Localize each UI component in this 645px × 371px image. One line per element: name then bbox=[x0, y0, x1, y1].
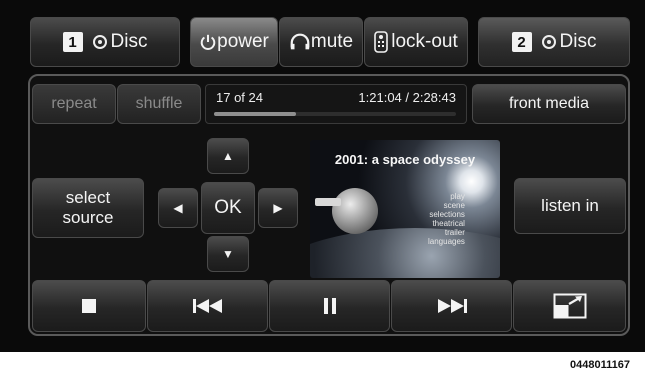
expand-button[interactable] bbox=[513, 280, 626, 332]
next-button[interactable] bbox=[391, 280, 512, 332]
source-1-label: Disc bbox=[110, 31, 148, 52]
spaceship-image bbox=[315, 198, 341, 206]
down-button[interactable]: ▼ bbox=[207, 236, 249, 272]
listen-in-label: listen in bbox=[541, 196, 599, 215]
front-media-button[interactable]: front media bbox=[472, 84, 626, 124]
mute-button[interactable]: mute bbox=[279, 17, 363, 67]
image-code: 0448011167 bbox=[570, 359, 630, 371]
time-readout: 1:21:04 / 2:28:43 bbox=[358, 90, 456, 105]
previous-button[interactable] bbox=[147, 280, 268, 332]
disc-icon bbox=[92, 35, 107, 49]
progress-bar[interactable] bbox=[214, 112, 456, 116]
down-arrow-icon: ▼ bbox=[222, 247, 234, 261]
repeat-button[interactable]: repeat bbox=[32, 84, 116, 124]
remote-icon bbox=[374, 31, 389, 53]
shuffle-button[interactable]: shuffle bbox=[117, 84, 201, 124]
dvd-menu-item[interactable]: play bbox=[428, 192, 465, 201]
dvd-menu-item[interactable]: languages bbox=[428, 237, 465, 246]
power-button[interactable]: power bbox=[190, 17, 278, 67]
expand-icon bbox=[553, 293, 586, 319]
previous-icon bbox=[192, 299, 222, 313]
source-2-number: 2 bbox=[511, 32, 532, 52]
headphones-icon bbox=[290, 33, 310, 50]
repeat-label: repeat bbox=[51, 95, 97, 112]
power-icon bbox=[200, 34, 216, 50]
dvd-menu: play scene selections theatrical trailer… bbox=[428, 192, 465, 246]
dvd-menu-item[interactable]: selections bbox=[428, 210, 465, 219]
left-button[interactable]: ◀ bbox=[158, 188, 198, 228]
ok-button[interactable]: OK bbox=[201, 182, 255, 234]
right-arrow-icon: ▶ bbox=[273, 201, 283, 215]
pause-button[interactable] bbox=[269, 280, 390, 332]
chapter-readout: 17 of 24 bbox=[216, 90, 263, 105]
pause-icon bbox=[323, 298, 336, 314]
dvd-menu-item[interactable]: theatrical bbox=[428, 219, 464, 228]
select-source-label-line1: select bbox=[65, 188, 111, 207]
shuffle-label: shuffle bbox=[135, 95, 183, 112]
source-2-button[interactable]: 2 Disc bbox=[478, 17, 630, 67]
right-button[interactable]: ▶ bbox=[258, 188, 298, 228]
movie-title: 2001: a space odyssey bbox=[334, 152, 476, 167]
lock-out-button[interactable]: lock-out bbox=[364, 17, 468, 67]
select-source-button[interactable]: select source bbox=[32, 178, 144, 238]
power-label: power bbox=[217, 31, 269, 52]
listen-in-button[interactable]: listen in bbox=[514, 178, 626, 234]
up-arrow-icon: ▲ bbox=[222, 149, 234, 163]
disc-icon bbox=[541, 35, 556, 49]
progress-display: 17 of 24 1:21:04 / 2:28:43 bbox=[205, 84, 467, 124]
ok-label: OK bbox=[214, 197, 242, 218]
select-source-label-line2: source bbox=[62, 208, 114, 227]
dvd-menu-item[interactable]: trailer bbox=[428, 228, 465, 237]
lock-out-label: lock-out bbox=[391, 31, 458, 52]
front-media-label: front media bbox=[508, 95, 590, 112]
up-button[interactable]: ▲ bbox=[207, 138, 249, 174]
progress-fill bbox=[214, 112, 297, 116]
left-arrow-icon: ◀ bbox=[173, 201, 183, 215]
mute-label: mute bbox=[310, 31, 354, 52]
dvd-menu-item[interactable]: scene bbox=[428, 201, 465, 210]
earth-image bbox=[310, 228, 500, 278]
moon-image bbox=[332, 188, 378, 234]
source-2-label: Disc bbox=[559, 31, 597, 52]
source-1-button[interactable]: 1 Disc bbox=[30, 17, 180, 67]
video-preview[interactable]: 2001: a space odyssey play scene selecti… bbox=[310, 140, 500, 278]
stop-icon bbox=[82, 299, 96, 313]
next-icon bbox=[437, 299, 467, 313]
stop-button[interactable] bbox=[32, 280, 146, 332]
source-1-number: 1 bbox=[62, 32, 83, 52]
